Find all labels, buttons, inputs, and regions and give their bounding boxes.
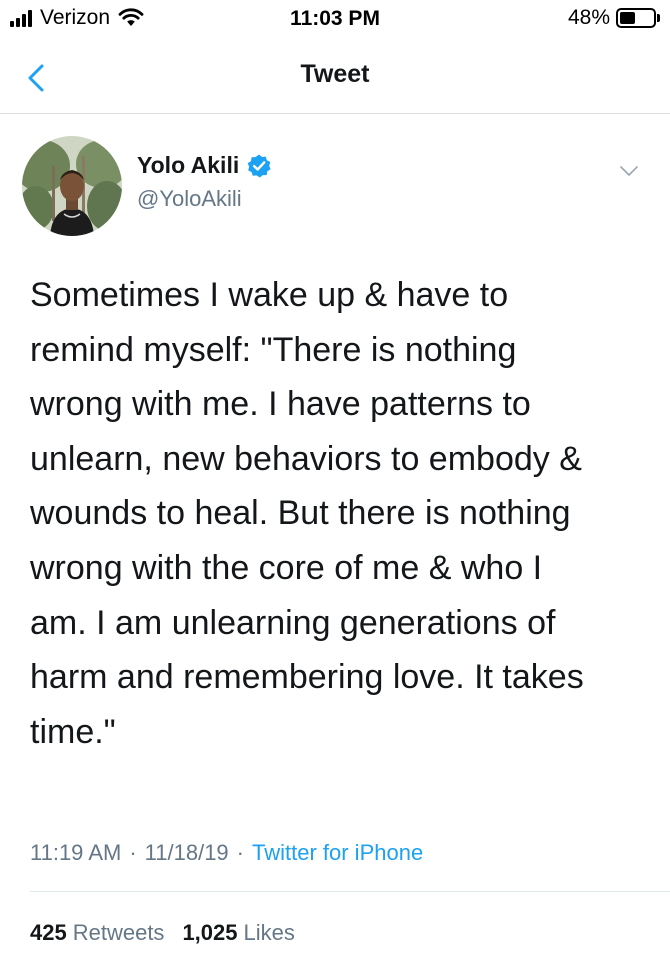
meta-separator: ·: [236, 840, 244, 865]
tweet-source-link[interactable]: Twitter for iPhone: [252, 840, 423, 866]
likes-count[interactable]: 1,025: [182, 920, 237, 946]
tweet-time: 11:19 AM: [30, 840, 122, 865]
battery-icon: [616, 8, 656, 28]
author-row: Yolo Akili: [137, 152, 272, 179]
battery-tip: [657, 14, 660, 22]
likes-label[interactable]: Likes: [244, 920, 295, 946]
chevron-down-icon: [620, 166, 638, 176]
battery-fill: [620, 12, 636, 24]
tweet-date: 11/18/19: [144, 840, 229, 865]
more-options-button[interactable]: [618, 160, 640, 182]
author-handle[interactable]: @YoloAkili: [137, 186, 242, 212]
avatar[interactable]: [22, 136, 122, 236]
tweet-meta: 11:19 AM · 11/18/19 · Twitter for iPhone: [30, 840, 423, 866]
retweets-count[interactable]: 425: [30, 920, 67, 946]
tweet-text: Sometimes I wake up & have to remind mys…: [30, 276, 584, 751]
nav-bar: Tweet: [0, 40, 670, 114]
avatar-image: [22, 136, 122, 236]
tweet-stats: 425 Retweets 1,025 Likes: [30, 920, 313, 946]
verified-badge-icon: [247, 154, 271, 177]
status-bar: Verizon 11:03 PM 48%: [0, 0, 670, 40]
divider: [30, 891, 670, 892]
page-title: Tweet: [300, 60, 370, 88]
battery-percent: 48%: [567, 6, 610, 29]
status-right: 48%: [568, 6, 660, 30]
author-name[interactable]: Yolo Akili: [137, 152, 239, 179]
meta-separator: ·: [129, 840, 137, 865]
retweets-label[interactable]: Retweets: [73, 920, 165, 946]
